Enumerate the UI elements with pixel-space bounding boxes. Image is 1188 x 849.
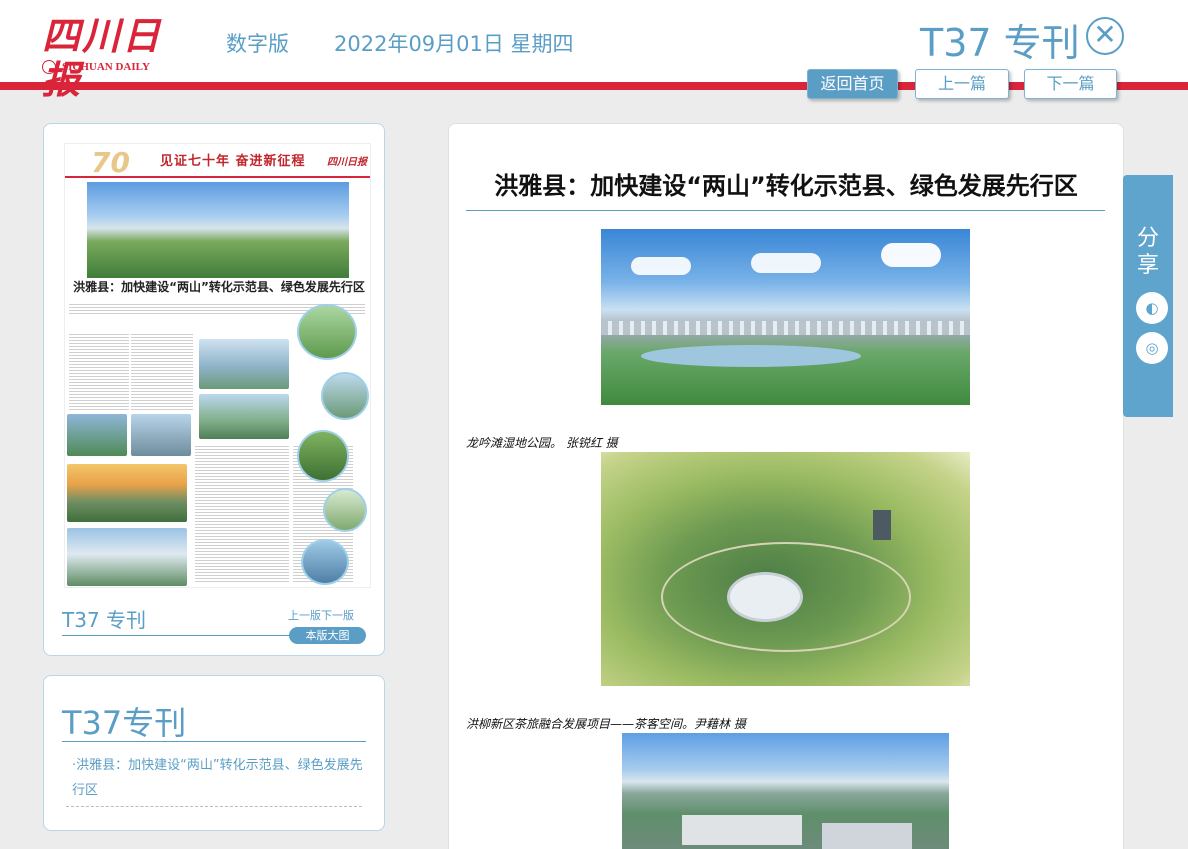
- thumbnail-text-block: [195, 444, 289, 584]
- article-title-divider: [466, 210, 1105, 211]
- header-divider: [0, 82, 1188, 90]
- thumbnail-page-label: T37 专刊: [62, 608, 147, 632]
- page-switch-links: 上一版下一版: [288, 607, 354, 623]
- photo-caption: 龙吟滩湿地公园。 张锐红 摄: [466, 436, 618, 450]
- logo-english: SICHUAN DAILY: [62, 61, 150, 73]
- thumbnail-photo: [67, 528, 187, 586]
- industrial-park-photo[interactable]: [622, 733, 949, 849]
- wechat-icon[interactable]: ◐: [1136, 292, 1168, 324]
- list-item-divider: [66, 806, 362, 807]
- thumbnail-text-block: [131, 332, 193, 412]
- close-icon[interactable]: ✕: [1086, 17, 1124, 55]
- page-big-image-button[interactable]: 本版大图: [289, 627, 366, 644]
- thumbnail-circle-photo: [323, 488, 367, 532]
- next-page-link[interactable]: 下一版: [321, 609, 354, 622]
- next-article-button[interactable]: 下一篇: [1024, 69, 1117, 99]
- thumbnail-photo: [67, 464, 187, 522]
- thumbnail-photo: [199, 394, 289, 439]
- thumbnail-photo: [67, 414, 127, 456]
- thumbnail-photo: [199, 339, 289, 389]
- article-title: 洪雅县：加快建设“两山”转化示范县、绿色发展先行区: [494, 172, 1078, 200]
- thumbnail-circle-photo: [321, 372, 369, 420]
- thumbnail-slogan: 见证七十年 奋进新征程: [160, 154, 306, 169]
- photo-caption: 洪柳新区茶旅融合发展项目——茶客空间。尹藉林 摄: [466, 717, 746, 731]
- thumbnail-circle-photo: [301, 539, 349, 585]
- thumbnail-brand: 四川日报: [327, 157, 367, 168]
- section-article-link[interactable]: ·洪雅县：加快建设“两山”转化示范县、绿色发展先行区: [72, 753, 366, 803]
- thumbnail-headline: 洪雅县：加快建设“两山”转化示范县、绿色发展先行区: [73, 280, 365, 294]
- thumbnail-masthead: 70 见证七十年 奋进新征程 四川日报: [65, 144, 370, 179]
- thumbnail-lead-photo: [87, 182, 349, 278]
- prev-page-link[interactable]: 上一版: [288, 609, 321, 622]
- issue-date: 2022年09月01日 星期四: [334, 32, 574, 56]
- thumbnail-text-block: [69, 332, 129, 412]
- share-panel: 分享 ◐ ◎: [1123, 175, 1173, 417]
- anniversary-mark: 70: [91, 146, 130, 179]
- thumbnail-circle-photo: [297, 430, 349, 482]
- wetland-park-photo[interactable]: [601, 229, 970, 405]
- page-thumbnail[interactable]: 70 见证七十年 奋进新征程 四川日报 洪雅县：加快建设“两山”转化示范县、绿色…: [64, 143, 371, 588]
- edition-label: 数字版: [226, 32, 289, 56]
- thumbnail-photo: [131, 414, 191, 456]
- share-label: 分享: [1136, 226, 1159, 278]
- section-divider: [62, 741, 366, 742]
- page-title: T37 专刊: [920, 21, 1080, 65]
- logo-seal-icon: [42, 60, 56, 74]
- weibo-icon[interactable]: ◎: [1136, 332, 1168, 364]
- tea-space-photo[interactable]: [601, 452, 970, 686]
- prev-article-button[interactable]: 上一篇: [915, 69, 1009, 99]
- top-header: 四川日报 SICHUAN DAILY 数字版 2022年09月01日 星期四 T…: [0, 0, 1188, 102]
- back-home-button[interactable]: 返回首页: [807, 69, 898, 99]
- section-title: T37专刊: [62, 704, 187, 742]
- sichuan-daily-logo[interactable]: 四川日报 SICHUAN DAILY: [42, 14, 192, 102]
- thumbnail-circle-photo: [297, 304, 357, 360]
